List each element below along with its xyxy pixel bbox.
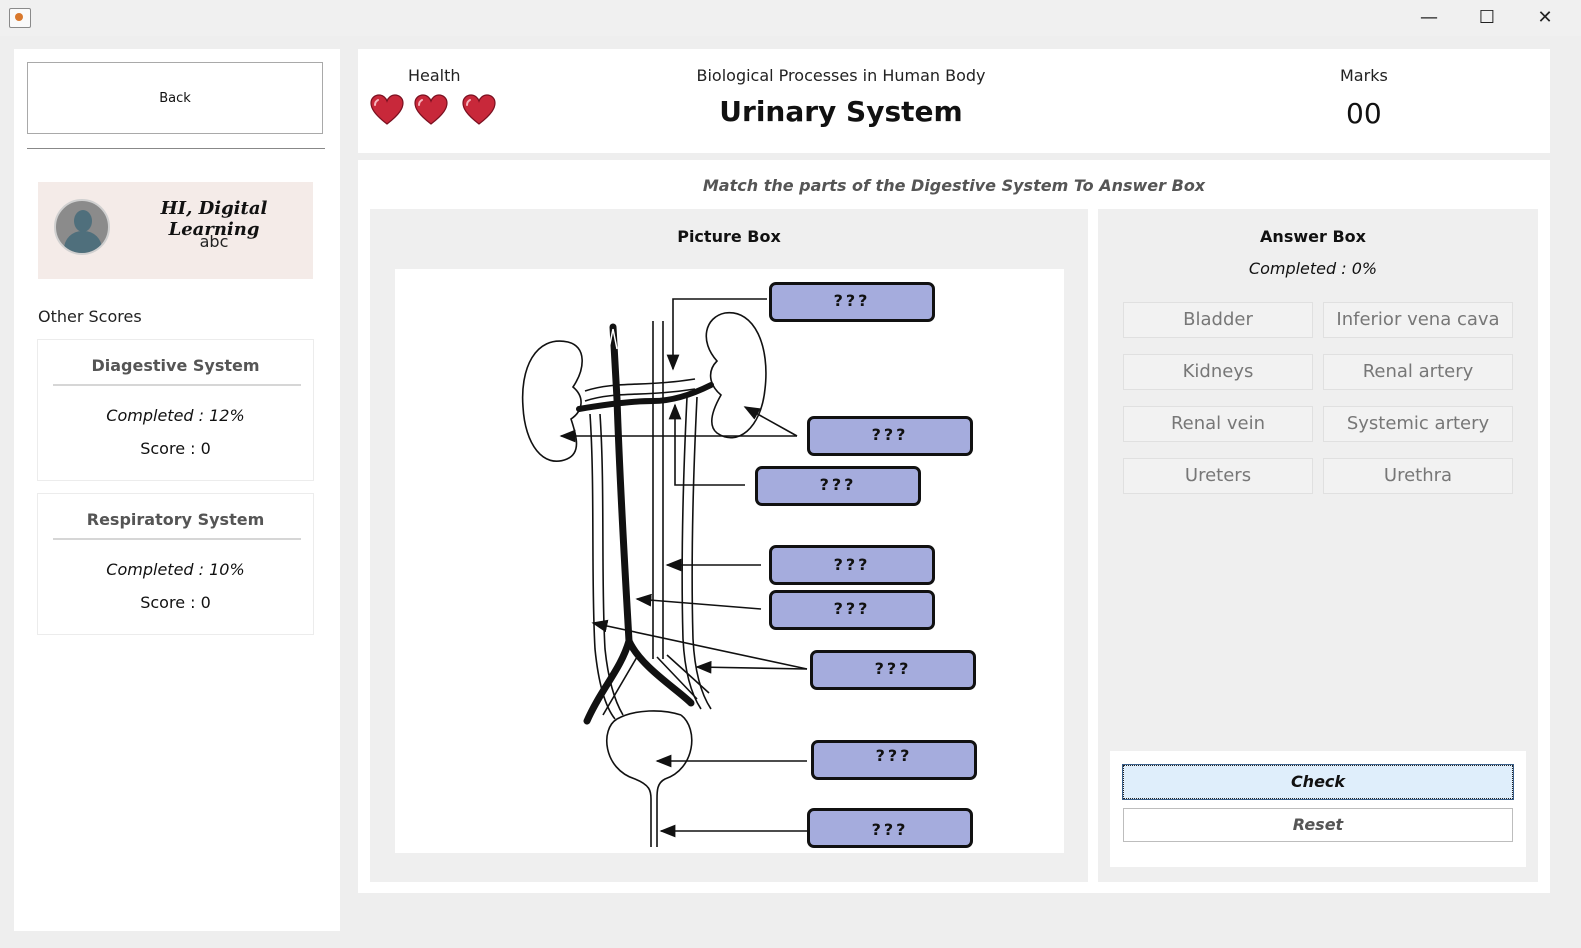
- other-scores-label: Other Scores: [38, 307, 142, 326]
- diagram-canvas: ??? ??? ??? ??? ??? ??? ??? ???: [395, 269, 1064, 853]
- picture-box: Picture Box ??? ??? ??? ??? ??? ??? ??? …: [370, 209, 1088, 882]
- main-panel: Match the parts of the Digestive System …: [358, 160, 1550, 893]
- marks-label: Marks: [1340, 66, 1388, 85]
- header: Health Biological Processes in Human Bod…: [358, 49, 1550, 153]
- answer-option-renal-vein[interactable]: Renal vein: [1123, 406, 1313, 442]
- maximize-icon[interactable]: ☐: [1458, 0, 1516, 36]
- instruction-text: Match the parts of the Digestive System …: [702, 176, 1206, 195]
- profile-card: HI, Digital Learning abc: [38, 182, 313, 279]
- diagram-label-slot[interactable]: ???: [807, 416, 973, 456]
- username: abc: [199, 232, 229, 251]
- score-card-respiratory: Respiratory System Completed : 10% Score…: [38, 494, 313, 634]
- score-card-score: Score : 0: [140, 439, 211, 458]
- diagram-label-slot[interactable]: ???: [807, 808, 973, 848]
- score-card-divider: [53, 538, 301, 540]
- score-card-title: Diagestive System: [91, 356, 260, 375]
- score-card-completed: Completed : 12%: [106, 406, 245, 425]
- action-area: Check Reset: [1110, 751, 1526, 867]
- diagram-label-slot[interactable]: ???: [769, 282, 935, 322]
- answer-option-renal-artery[interactable]: Renal artery: [1323, 354, 1513, 390]
- answer-option-ureters[interactable]: Ureters: [1123, 458, 1313, 494]
- reset-button[interactable]: Reset: [1123, 808, 1513, 842]
- answer-option-systemic-artery[interactable]: Systemic artery: [1323, 406, 1513, 442]
- page-title: Urinary System: [719, 95, 963, 128]
- minimize-icon[interactable]: —: [1400, 0, 1458, 36]
- diagram-label-slot[interactable]: ???: [755, 466, 921, 506]
- diagram-label-slot[interactable]: ???: [769, 590, 935, 630]
- marks-value: 00: [1346, 97, 1382, 130]
- score-card-title: Respiratory System: [86, 510, 265, 529]
- picture-box-title: Picture Box: [677, 227, 781, 246]
- answer-box-progress: Completed : 0%: [1248, 259, 1378, 278]
- sidebar: Back HI, Digital Learning abc Other Scor…: [14, 49, 340, 931]
- score-card-digestive: Diagestive System Completed : 12% Score …: [38, 340, 313, 480]
- close-icon[interactable]: ✕: [1516, 0, 1574, 36]
- diagram-label-slot[interactable]: ???: [769, 545, 935, 585]
- score-card-score: Score : 0: [140, 593, 211, 612]
- answer-box-title: Answer Box: [1260, 227, 1366, 246]
- page-subtitle: Biological Processes in Human Body: [696, 66, 986, 85]
- answer-option-kidneys[interactable]: Kidneys: [1123, 354, 1313, 390]
- score-card-divider: [53, 384, 301, 386]
- back-button[interactable]: Back: [27, 62, 323, 134]
- diagram-label-slot[interactable]: ???: [810, 650, 976, 690]
- diagram-label-slot[interactable]: ???: [811, 740, 977, 780]
- answer-option-inferior-vena-cava[interactable]: Inferior vena cava: [1323, 302, 1513, 338]
- app-icon: [9, 8, 31, 28]
- sidebar-divider: [27, 148, 325, 149]
- answer-option-bladder[interactable]: Bladder: [1123, 302, 1313, 338]
- score-card-completed: Completed : 10%: [106, 560, 245, 579]
- avatar-icon: [54, 199, 110, 255]
- answer-option-urethra[interactable]: Urethra: [1323, 458, 1513, 494]
- title-bar: — ☐ ✕: [0, 0, 1581, 36]
- answer-box: Answer Box Completed : 0% Bladder Inferi…: [1098, 209, 1538, 882]
- check-button[interactable]: Check: [1122, 764, 1514, 800]
